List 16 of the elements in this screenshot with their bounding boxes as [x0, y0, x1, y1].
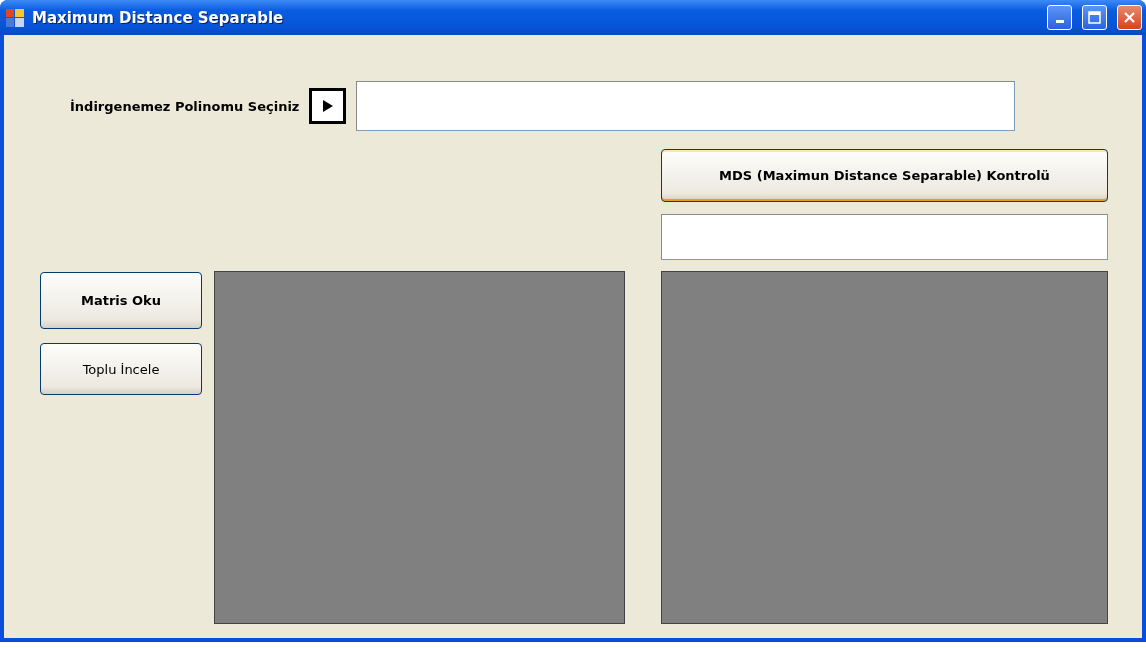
- window-title: Maximum Distance Separable: [32, 8, 285, 27]
- close-button[interactable]: [1117, 5, 1142, 30]
- maximize-icon: [1088, 11, 1101, 24]
- result-field[interactable]: [661, 214, 1108, 260]
- close-icon: [1123, 11, 1136, 24]
- mds-check-button[interactable]: MDS (Maximun Distance Separable) Kontrolü: [661, 149, 1108, 202]
- play-arrow-icon: [322, 100, 333, 112]
- polynomial-label: İndirgenemez Polinomu Seçiniz: [70, 98, 300, 114]
- read-matrix-button[interactable]: Matris Oku: [40, 272, 202, 329]
- polynomial-picker-button[interactable]: [309, 88, 347, 124]
- app-icon: [6, 8, 24, 27]
- minimize-icon: [1055, 20, 1064, 23]
- polynomial-field[interactable]: [356, 81, 1016, 131]
- batch-review-button[interactable]: Toplu İncele: [40, 343, 202, 395]
- minimize-button[interactable]: [1047, 5, 1072, 30]
- maximize-button[interactable]: [1082, 5, 1107, 30]
